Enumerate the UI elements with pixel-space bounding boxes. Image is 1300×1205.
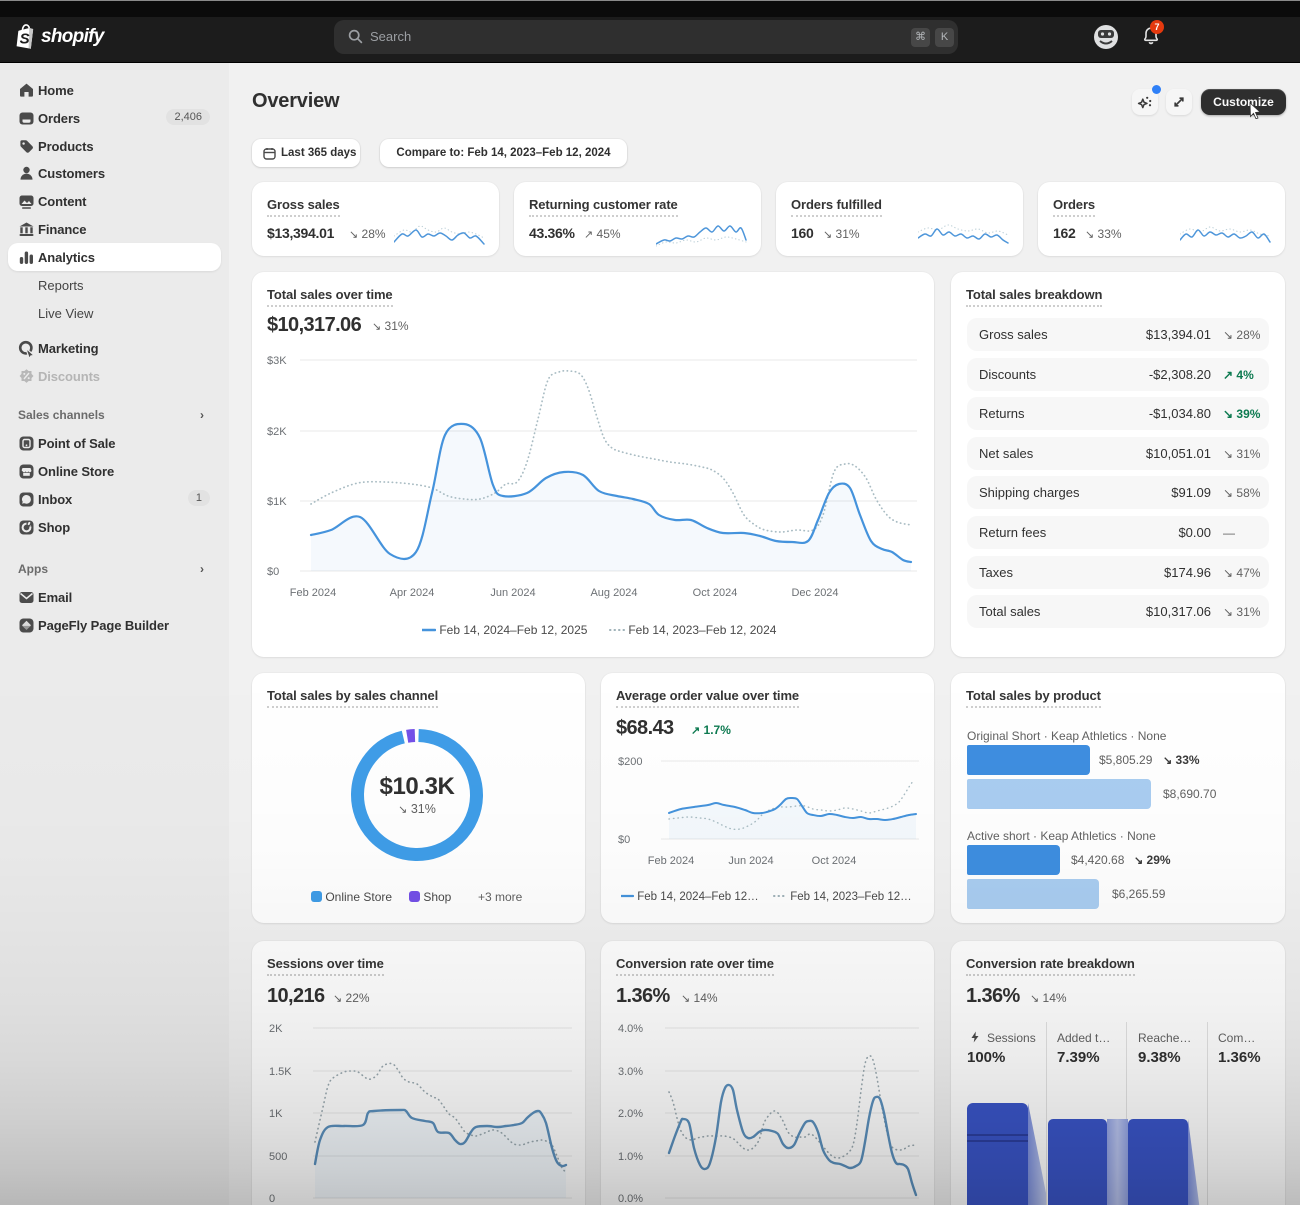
svg-text:$1K: $1K	[267, 496, 287, 508]
svg-text:4.0%: 4.0%	[618, 1023, 643, 1035]
svg-text:1.5K: 1.5K	[269, 1066, 292, 1078]
svg-text:3.0%: 3.0%	[618, 1066, 643, 1078]
svg-text:0.0%: 0.0%	[618, 1193, 643, 1205]
svg-text:2.0%: 2.0%	[618, 1108, 643, 1120]
svg-text:Aug 2024: Aug 2024	[590, 587, 637, 599]
svg-text:Oct 2024: Oct 2024	[693, 587, 738, 599]
svg-text:1.0%: 1.0%	[618, 1151, 643, 1163]
svg-text:0: 0	[269, 1193, 275, 1205]
svg-text:$200: $200	[618, 756, 642, 768]
svg-text:Feb 2024: Feb 2024	[290, 587, 336, 599]
svg-text:Feb 2024: Feb 2024	[648, 855, 694, 867]
svg-text:500: 500	[269, 1151, 287, 1163]
svg-text:$2K: $2K	[267, 426, 287, 438]
svg-text:$0: $0	[267, 566, 279, 578]
svg-text:$0: $0	[618, 834, 630, 846]
svg-text:1K: 1K	[269, 1108, 283, 1120]
svg-text:2K: 2K	[269, 1023, 283, 1035]
svg-text:Jun 2024: Jun 2024	[728, 855, 773, 867]
svg-text:$3K: $3K	[267, 355, 287, 367]
svg-text:Dec 2024: Dec 2024	[791, 587, 838, 599]
svg-text:S: S	[20, 31, 30, 48]
svg-text:Apr 2024: Apr 2024	[390, 587, 435, 599]
svg-text:Jun 2024: Jun 2024	[490, 587, 535, 599]
svg-text:Oct 2024: Oct 2024	[812, 855, 857, 867]
